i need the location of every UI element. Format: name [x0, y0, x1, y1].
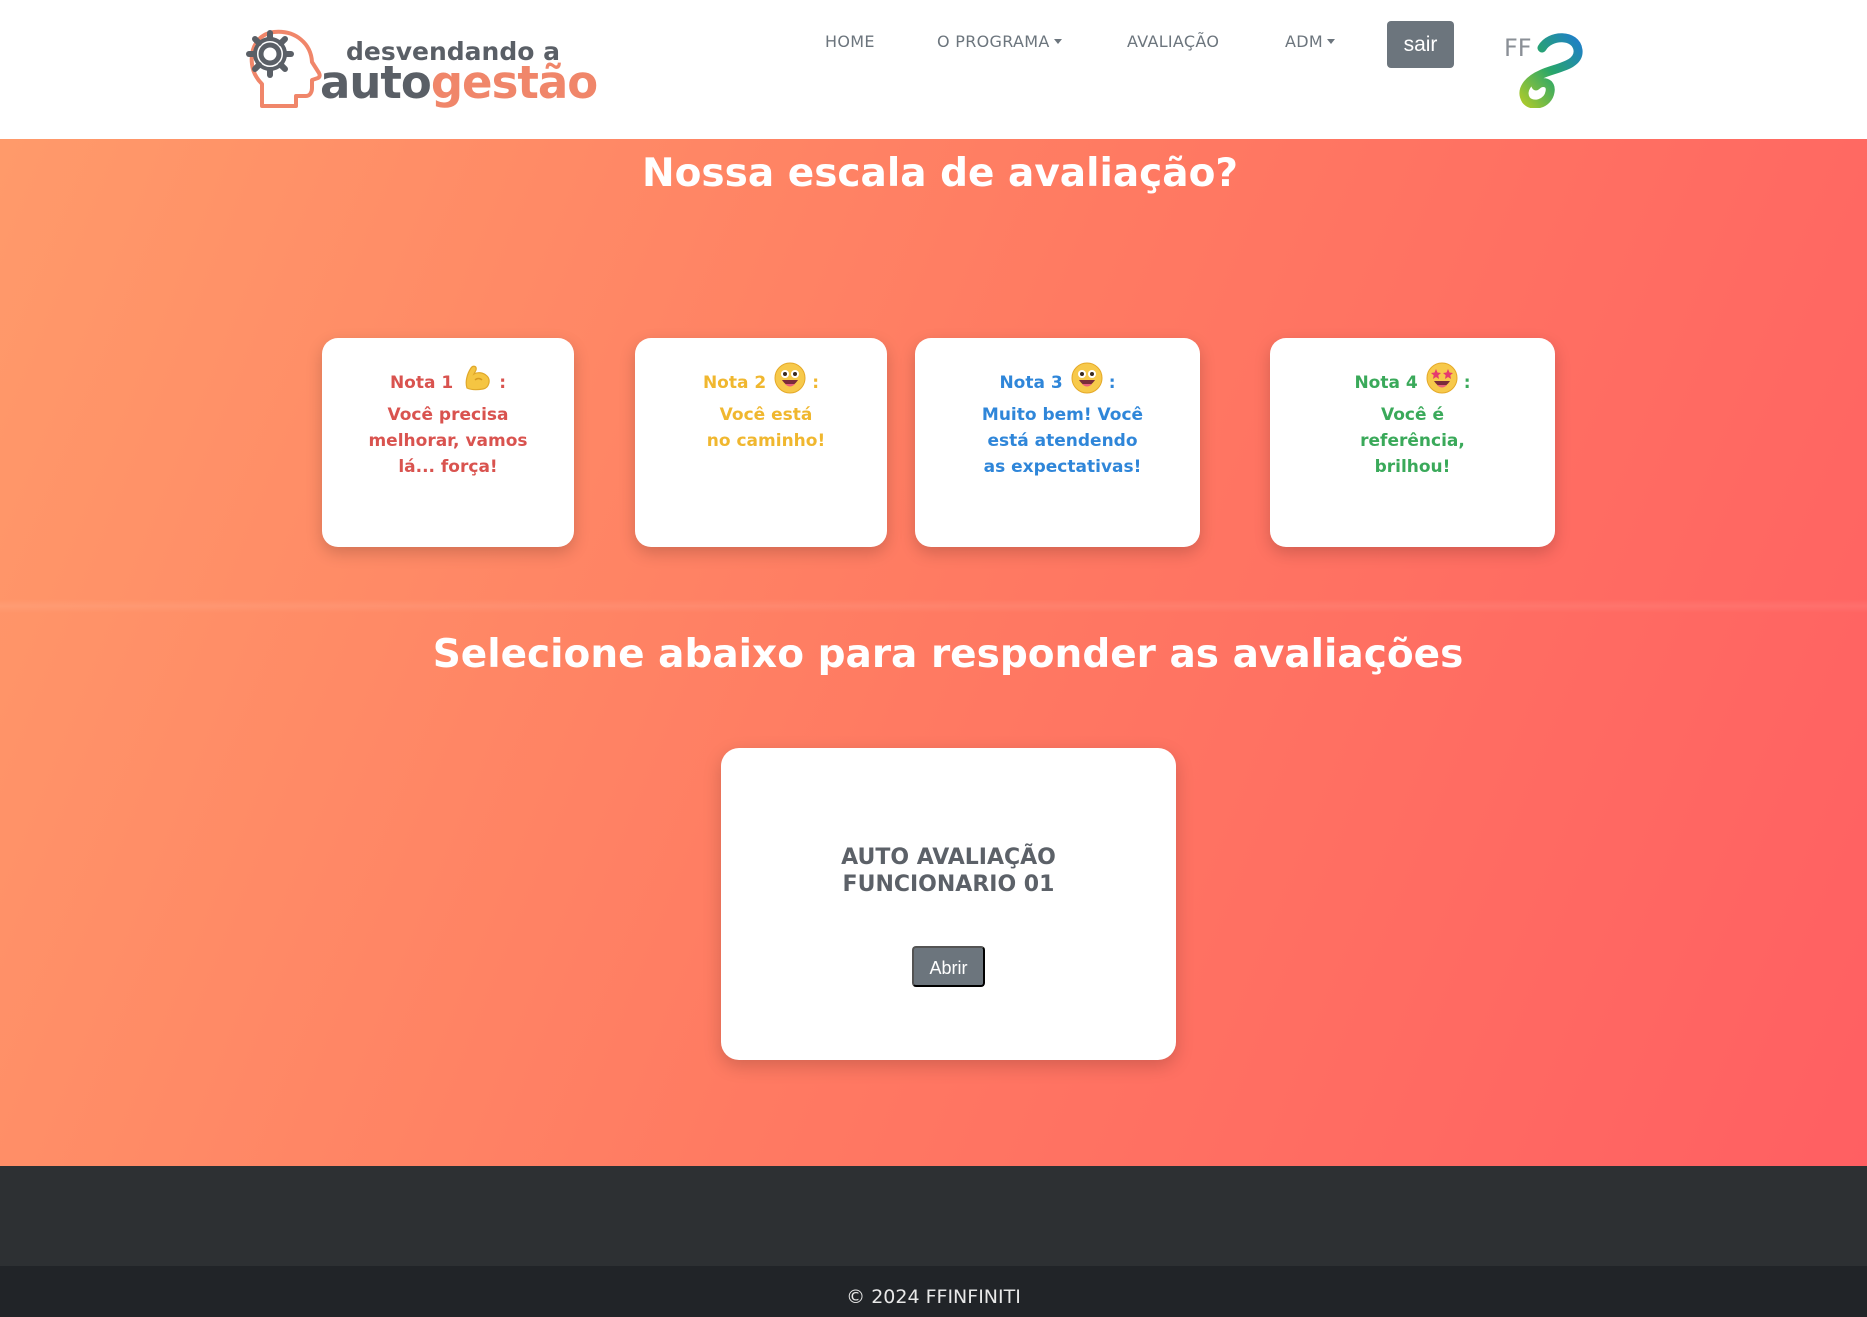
scale-card-text: Você precisa melhorar, vamos lá... força… — [368, 405, 528, 477]
brand-wordmark: autogestão — [320, 56, 598, 109]
evaluation-card: AUTO AVALIAÇÃO FUNCIONARIO 01 Abrir — [721, 748, 1176, 1060]
evaluation-title: AUTO AVALIAÇÃO FUNCIONARIO 01 — [841, 845, 1056, 897]
nav-avaliacao-link[interactable]: AVALIAÇÃO — [1127, 32, 1219, 51]
caret-down-icon — [1326, 39, 1335, 44]
copyright-text: © 2024 FFINFINITI — [846, 1286, 1021, 1308]
main-content: Nossa escala de avaliação? Nota 1 : Você… — [0, 139, 1867, 1166]
top-navbar: desvendando a autogestão HOME O PROGRAMA… — [0, 0, 1867, 139]
brand-word-auto: auto — [320, 56, 432, 109]
caret-down-icon — [1053, 39, 1062, 44]
scale-card-label: Nota 3 — [999, 373, 1063, 393]
nav-adm-label: ADM — [1285, 32, 1323, 51]
section-divider — [0, 599, 1867, 613]
scale-card-text: Você está no caminho! — [706, 405, 826, 451]
gear-head-icon — [246, 29, 322, 108]
scale-card-title: Nota 1 : — [322, 362, 574, 399]
scale-card-nota-4: Nota 4 : Você é referência, brilhou! — [1270, 338, 1555, 547]
nav-adm-dropdown[interactable]: ADM — [1285, 32, 1335, 51]
flexed-biceps-icon — [461, 362, 493, 399]
scale-card-nota-3: Nota 3 : Muito bem! Você está atendendo … — [915, 338, 1200, 547]
nav-programa-dropdown[interactable]: O PROGRAMA — [937, 32, 1062, 51]
footer-top-band — [0, 1166, 1867, 1266]
open-evaluation-button[interactable]: Abrir — [912, 946, 985, 987]
scale-card-sep: : — [1463, 373, 1471, 393]
nav-home-link[interactable]: HOME — [825, 32, 875, 51]
brand-word-gestao: gestão — [430, 56, 598, 109]
scale-card-nota-2: Nota 2 : Você está no caminho! — [635, 338, 887, 547]
scale-card-nota-1: Nota 1 : Você precisa melhorar, vamos lá… — [322, 338, 574, 547]
nav-avaliacao-label: AVALIAÇÃO — [1127, 32, 1220, 51]
scale-card-label: Nota 2 — [702, 373, 767, 393]
scale-card-title: Nota 2 : — [635, 362, 887, 399]
smile-emoji-icon — [1071, 362, 1103, 399]
ffinfiniti-logo: FF — [1504, 33, 1583, 108]
scale-card-text: Você é referência, brilhou! — [1360, 405, 1465, 477]
scale-heading: Nossa escala de avaliação? — [641, 151, 1239, 196]
scale-card-title: Nota 4 : — [1270, 362, 1555, 399]
scale-card-sep: : — [812, 373, 820, 393]
brand-logo[interactable]: desvendando a autogestão — [244, 26, 598, 112]
logout-button[interactable]: sair — [1387, 21, 1454, 68]
smile-emoji-icon — [774, 362, 806, 399]
scale-card-label: Nota 1 — [389, 373, 454, 393]
ff-logo-letters: FF — [1504, 34, 1532, 62]
evaluations-heading: Selecione abaixo para responder as avali… — [432, 632, 1464, 677]
scale-card-text: Muito bem! Você está atendendo as expect… — [981, 405, 1144, 477]
scale-card-sep: : — [499, 373, 507, 393]
scale-card-title: Nota 3 : — [915, 362, 1200, 399]
scale-card-sep: : — [1108, 373, 1116, 393]
footer-bottom-band: © 2024 FFINFINITI — [0, 1266, 1867, 1317]
nav-programa-label: O PROGRAMA — [937, 32, 1050, 51]
star-struck-emoji-icon — [1426, 362, 1458, 399]
nav-home-label: HOME — [825, 32, 875, 51]
scale-card-label: Nota 4 — [1354, 373, 1418, 393]
